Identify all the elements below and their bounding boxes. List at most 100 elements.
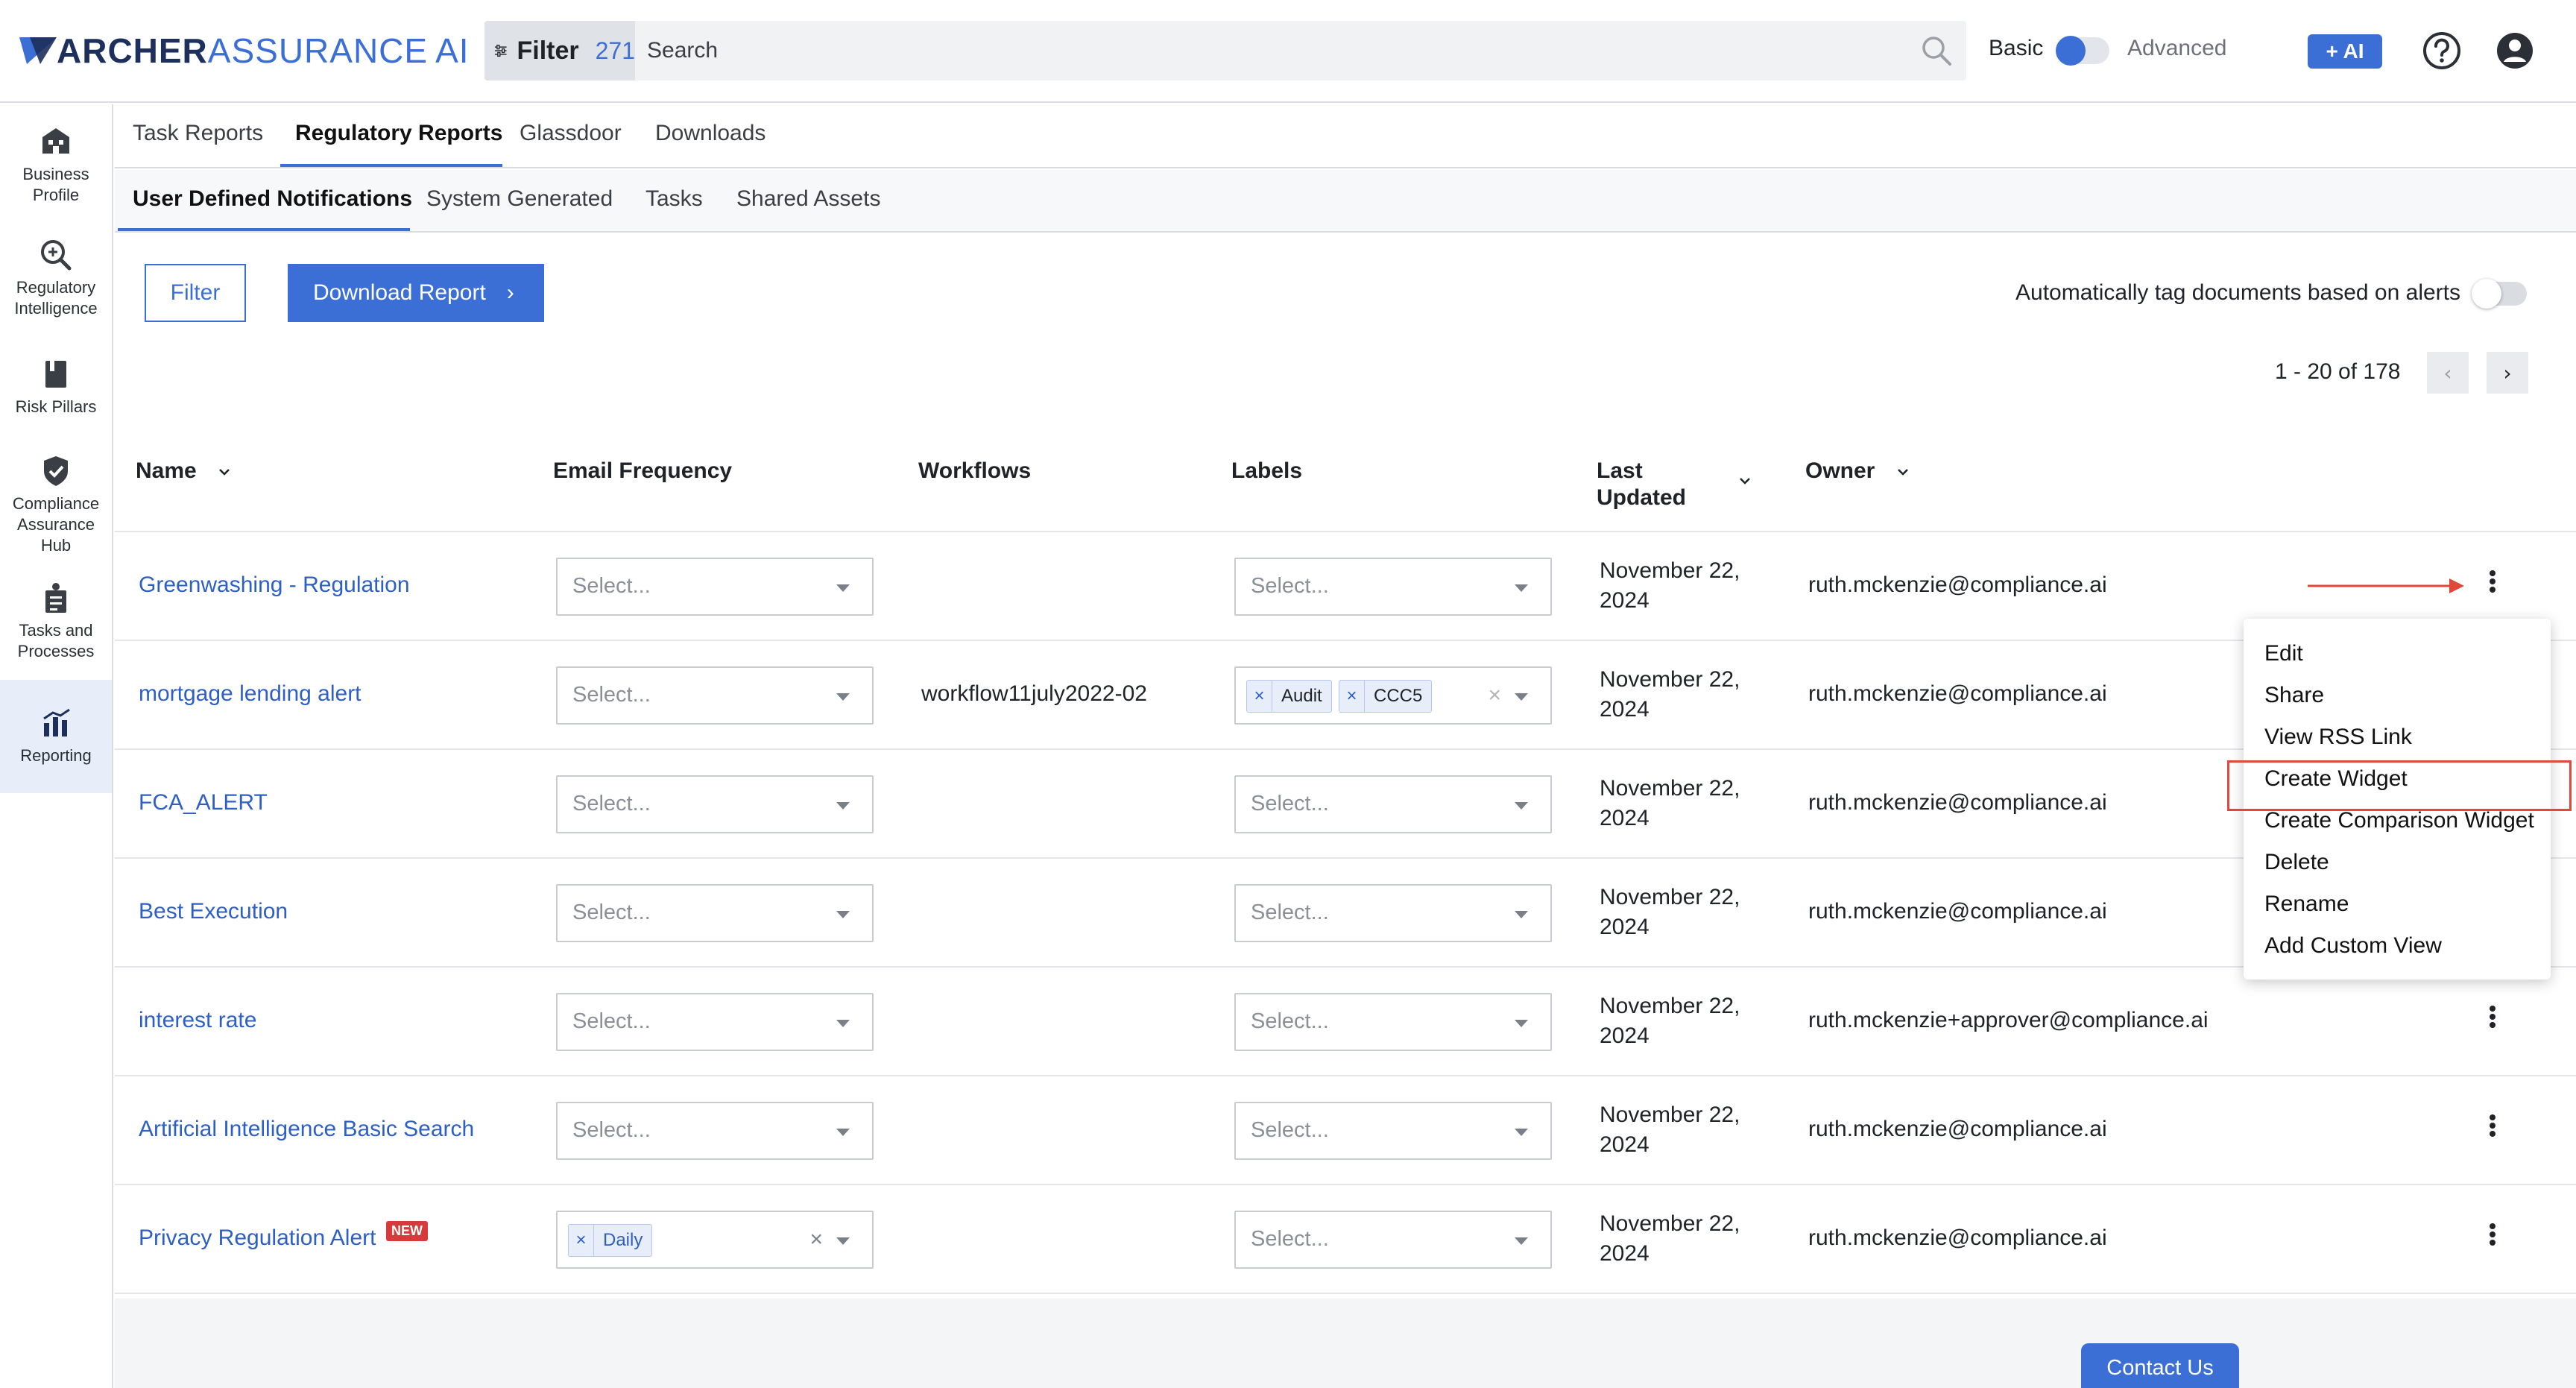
autotag-toggle[interactable]	[2472, 279, 2527, 309]
table-row-name-link[interactable]: Best Execution	[139, 899, 288, 924]
table-row-name-link[interactable]: Artificial Intelligence Basic Search	[139, 1117, 474, 1142]
remove-chip-icon[interactable]: ×	[1339, 681, 1365, 712]
frequency-chip: × Daily	[568, 1224, 653, 1257]
tab-system-generated[interactable]: System Generated	[426, 186, 613, 212]
search-input[interactable]	[647, 21, 1765, 81]
pagination-prev-button[interactable]: ‹	[2427, 352, 2469, 394]
row-actions-kebab-icon[interactable]	[2484, 1112, 2501, 1142]
table-row-name-link[interactable]: Privacy Regulation Alert	[139, 1225, 376, 1251]
download-report-button[interactable]: Download Report ›	[288, 264, 544, 322]
row-divider	[115, 1293, 2576, 1294]
sidebar-item-regulatory-intelligence[interactable]: Regulatory Intelligence	[0, 231, 112, 325]
menu-item-create-comparison-widget[interactable]: Create Comparison Widget	[2264, 808, 2534, 833]
menu-item-view-rss-link[interactable]: View RSS Link	[2264, 725, 2412, 750]
tab-downloads[interactable]: Downloads	[655, 121, 765, 146]
tab-tasks[interactable]: Tasks	[645, 186, 703, 212]
row-divider	[115, 857, 2576, 859]
email-frequency-select[interactable]: Select...	[556, 1102, 874, 1160]
menu-item-rename[interactable]: Rename	[2264, 892, 2349, 917]
mode-toggle[interactable]	[2056, 36, 2109, 66]
table-row-name-link[interactable]: mortgage lending alert	[139, 681, 362, 707]
labels-select[interactable]: Select...	[1234, 558, 1552, 616]
row-actions-kebab-icon[interactable]	[2484, 1221, 2501, 1251]
filter-button[interactable]: Filter	[145, 264, 246, 322]
select-placeholder: Select...	[1251, 792, 1329, 816]
last-updated-cell: November 22, 2024	[1600, 1209, 1740, 1269]
dropdown-arrow-icon	[836, 693, 850, 701]
owner-cell: ruth.mckenzie@compliance.ai	[1808, 572, 2107, 597]
email-frequency-select[interactable]: Select...	[556, 775, 874, 833]
autotag-toggle-knob	[2472, 279, 2501, 309]
date-line: November 22,	[1600, 1211, 1740, 1236]
sidebar-item-tasks-and-processes[interactable]: Tasks and Processes	[0, 574, 112, 686]
select-placeholder: Select...	[572, 792, 651, 816]
row-actions-kebab-icon[interactable]	[2484, 1003, 2501, 1033]
sidebar-item-reporting[interactable]: Reporting	[0, 680, 112, 793]
pagination-next-button[interactable]: ›	[2487, 352, 2528, 394]
tab-shared-assets[interactable]: Shared Assets	[736, 186, 880, 212]
tab-task-reports[interactable]: Task Reports	[133, 121, 263, 146]
sidebar-item-compliance-assurance-hub[interactable]: Compliance Assurance Hub	[0, 447, 112, 559]
menu-item-edit[interactable]: Edit	[2264, 641, 2303, 666]
sidebar-item-label: Tasks and Processes	[17, 621, 95, 660]
remove-chip-icon[interactable]: ×	[569, 1225, 594, 1256]
logo-mark-icon	[19, 37, 57, 64]
search-filter-button[interactable]: Filter 271	[484, 21, 635, 81]
column-header-last-updated[interactable]: Last Updated	[1597, 458, 1693, 511]
date-line: November 22,	[1600, 885, 1740, 909]
dropdown-arrow-icon	[1515, 693, 1528, 701]
app-logo[interactable]: ARCHERASSURANCE AI	[19, 30, 470, 72]
sidebar-item-business-profile[interactable]: Business Profile	[0, 118, 112, 212]
sidebar-item-label: Risk Pillars	[15, 397, 97, 416]
help-icon[interactable]	[2421, 30, 2463, 72]
labels-select[interactable]: Select...	[1234, 884, 1552, 942]
select-placeholder: Select...	[572, 900, 651, 924]
menu-item-share[interactable]: Share	[2264, 683, 2324, 708]
email-frequency-select[interactable]: Select...	[556, 666, 874, 725]
contact-us-button[interactable]: Contact Us	[2081, 1343, 2239, 1388]
owner-cell: ruth.mckenzie@compliance.ai	[1808, 681, 2107, 706]
row-divider	[115, 748, 2576, 750]
labels-select[interactable]: Select...	[1234, 1211, 1552, 1269]
clear-icon[interactable]: ×	[809, 1227, 823, 1252]
select-placeholder: Select...	[1251, 1118, 1329, 1142]
last-updated-cell: November 22, 2024	[1600, 883, 1740, 942]
labels-select[interactable]: × Audit × CCC5 ×	[1234, 666, 1552, 725]
last-updated-cell: November 22, 2024	[1600, 774, 1740, 833]
user-avatar-icon[interactable]	[2494, 30, 2536, 72]
ai-button[interactable]: + AI	[2308, 34, 2382, 69]
dropdown-arrow-icon	[1515, 1237, 1528, 1245]
chevron-down-icon[interactable]	[1738, 474, 1752, 488]
menu-item-delete[interactable]: Delete	[2264, 850, 2329, 875]
column-header-owner[interactable]: Owner	[1805, 458, 1910, 485]
row-actions-kebab-icon[interactable]	[2484, 568, 2501, 598]
table-row-name-link[interactable]: FCA_ALERT	[139, 790, 268, 816]
email-frequency-select[interactable]: Select...	[556, 884, 874, 942]
column-header-email-frequency: Email Frequency	[553, 458, 732, 485]
tab-user-defined-notifications[interactable]: User Defined Notifications	[133, 186, 412, 212]
clear-icon[interactable]: ×	[1488, 683, 1501, 708]
owner-cell: ruth.mckenzie@compliance.ai	[1808, 1225, 2107, 1250]
table-row-name-link[interactable]: interest rate	[139, 1008, 256, 1033]
search-icon[interactable]	[1920, 34, 1953, 67]
owner-cell: ruth.mckenzie@compliance.ai	[1808, 790, 2107, 815]
date-line: November 22,	[1600, 994, 1740, 1018]
tab-glassdoor[interactable]: Glassdoor	[520, 121, 622, 146]
column-header-label: Last Updated	[1597, 458, 1686, 510]
sidebar-item-risk-pillars[interactable]: Risk Pillars	[0, 350, 112, 432]
tab-regulatory-reports[interactable]: Regulatory Reports	[295, 121, 502, 146]
menu-item-add-custom-view[interactable]: Add Custom View	[2264, 933, 2442, 959]
email-frequency-select[interactable]: × Daily ×	[556, 1211, 874, 1269]
column-header-name[interactable]: Name	[136, 458, 231, 485]
labels-select[interactable]: Select...	[1234, 775, 1552, 833]
dropdown-arrow-icon	[1515, 911, 1528, 918]
labels-select[interactable]: Select...	[1234, 1102, 1552, 1160]
email-frequency-select[interactable]: Select...	[556, 558, 874, 616]
dropdown-arrow-icon	[836, 1020, 850, 1027]
labels-select[interactable]: Select...	[1234, 993, 1552, 1051]
last-updated-cell: November 22, 2024	[1600, 991, 1740, 1051]
dropdown-arrow-icon	[1515, 584, 1528, 592]
email-frequency-select[interactable]: Select...	[556, 993, 874, 1051]
table-row-name-link[interactable]: Greenwashing - Regulation	[139, 572, 410, 598]
remove-chip-icon[interactable]: ×	[1247, 681, 1272, 712]
